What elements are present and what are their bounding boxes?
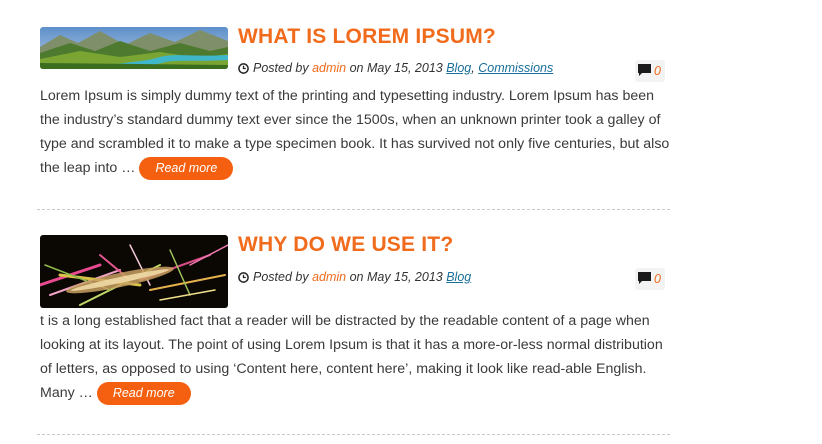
- post-title[interactable]: WHAT IS LOREM IPSUM?: [238, 25, 496, 49]
- read-more-button[interactable]: Read more: [96, 381, 191, 405]
- comments-count[interactable]: 0: [635, 60, 665, 82]
- post-thumbnail[interactable]: [40, 235, 228, 308]
- category-link-blog[interactable]: Blog: [446, 270, 471, 284]
- comment-icon: [638, 63, 652, 79]
- abstract-splash-image: [40, 235, 228, 308]
- post-excerpt: t is a long established fact that a read…: [40, 309, 670, 405]
- post-excerpt: Lorem Ipsum is simply dummy text of the …: [40, 84, 670, 180]
- posted-by-label: Posted by: [253, 270, 309, 284]
- read-more-button[interactable]: Read more: [139, 156, 234, 180]
- category-separator: ,: [471, 61, 475, 75]
- post-title[interactable]: WHY DO WE USE IT?: [238, 233, 453, 257]
- post-divider: [37, 434, 670, 435]
- comments-number: 0: [654, 272, 661, 286]
- post-meta: Posted by admin on May 15, 2013 Blog, Co…: [238, 61, 553, 77]
- post-divider: [37, 209, 670, 210]
- post-thumbnail[interactable]: [40, 27, 228, 69]
- comments-number: 0: [654, 64, 661, 78]
- post-date: on May 15, 2013: [349, 270, 443, 284]
- post-date: on May 15, 2013: [349, 61, 443, 75]
- author-link[interactable]: admin: [312, 270, 346, 284]
- comment-icon: [638, 271, 652, 287]
- posted-by-label: Posted by: [253, 61, 309, 75]
- mountain-valley-image: [40, 27, 228, 69]
- clock-icon: [238, 272, 249, 286]
- category-link-commissions[interactable]: Commissions: [478, 61, 553, 75]
- author-link[interactable]: admin: [312, 61, 346, 75]
- category-link-blog[interactable]: Blog: [446, 61, 471, 75]
- post-meta: Posted by admin on May 15, 2013 Blog: [238, 270, 471, 286]
- clock-icon: [238, 63, 249, 77]
- comments-count[interactable]: 0: [635, 268, 665, 290]
- excerpt-text: Lorem Ipsum is simply dummy text of the …: [40, 88, 670, 176]
